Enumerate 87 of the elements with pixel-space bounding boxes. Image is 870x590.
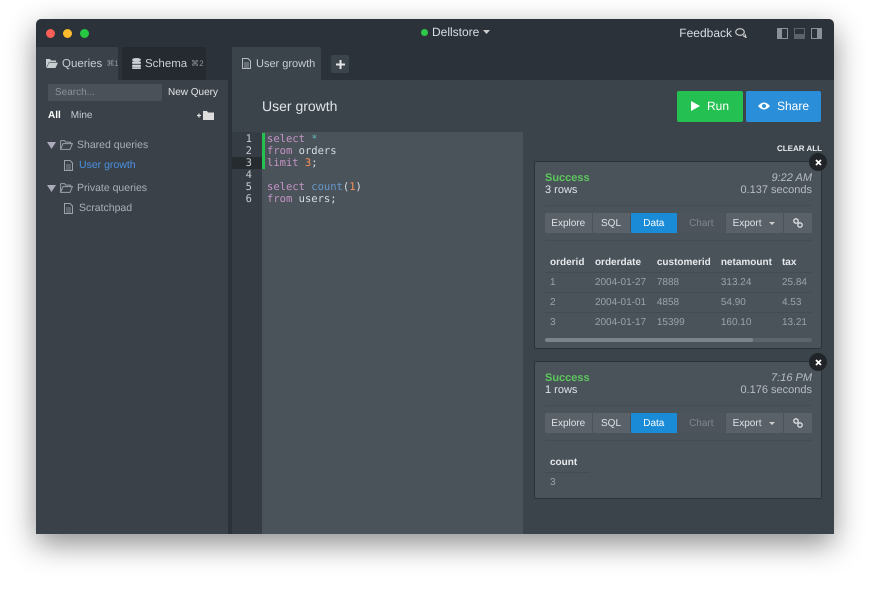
link-icon [792, 418, 803, 428]
new-tab-button[interactable] [331, 55, 349, 73]
clear-all-link[interactable]: CLEAR ALL [776, 144, 822, 153]
code-editor[interactable]: 1 2 3 4 5 6 select * from orders limit 3; select count(1) from users; [232, 132, 523, 534]
view-tab[interactable]: Data [630, 213, 678, 233]
close-icon [814, 358, 822, 366]
code-line: from users; [267, 193, 337, 205]
duration: 0.137 seconds [740, 184, 812, 196]
table-cell: 4858 [652, 292, 716, 312]
table-cell: 160.10 [716, 312, 777, 332]
folder-icon [60, 183, 73, 193]
table-cell: 2004-01-27 [590, 272, 652, 292]
line-number: 2 [244, 145, 253, 157]
zoom-button[interactable] [80, 28, 89, 38]
code-line: select count(1) [267, 181, 362, 193]
table-cell: 2 [545, 292, 590, 312]
table-cell: 313.24 [716, 272, 777, 292]
caret-icon [483, 30, 490, 34]
eye-icon [758, 102, 770, 110]
column-header: orderid [545, 253, 590, 272]
status-label: Success [545, 372, 590, 384]
code-line: from orders [267, 145, 337, 157]
connection-selector[interactable]: Dellstore [421, 25, 490, 39]
plus-icon [336, 60, 344, 68]
result-time: 7:16 PM [771, 372, 812, 384]
table-cell: 54.90 [716, 292, 777, 312]
line-number: 1 [244, 133, 253, 145]
play-icon [690, 101, 700, 111]
column-header: tax [776, 253, 812, 272]
editor-tab[interactable]: User growth [232, 47, 321, 80]
caret-icon [769, 422, 776, 424]
link-icon [792, 218, 803, 228]
table-cell: 3 [545, 312, 590, 332]
close-icon [814, 158, 822, 166]
new-folder-icon[interactable] [197, 111, 214, 120]
column-header: netamount [716, 253, 777, 272]
table-cell: 3 [545, 472, 590, 492]
table-cell: 2004-01-17 [590, 312, 652, 332]
sidebar-tab[interactable]: Queries ⌘1 [36, 47, 118, 80]
table-cell: 2004-01-01 [590, 292, 652, 312]
folder-item[interactable]: Private queries [47, 178, 228, 198]
query-title: User growth [262, 98, 338, 114]
query-item[interactable]: User growth [47, 155, 228, 175]
folder-item[interactable]: Shared queries [47, 135, 228, 155]
query-item[interactable]: Scratchpad [47, 198, 228, 218]
feedback-link[interactable]: Feedback [679, 26, 747, 40]
line-number: 3 [232, 157, 262, 169]
folder-icon [60, 140, 73, 150]
table-cell: 25.84 [776, 272, 812, 292]
table-cell: 15399 [652, 312, 716, 332]
code-line: limit 3; [267, 157, 318, 169]
view-tab[interactable]: Data [630, 413, 678, 433]
sidebar-tab[interactable]: Schema ⌘2 [122, 47, 206, 80]
minimize-button[interactable] [63, 28, 72, 38]
new-query-link[interactable]: New Query [168, 87, 218, 98]
filter-tab[interactable]: Mine [70, 110, 92, 121]
row-count: 1 rows [545, 384, 578, 396]
document-icon [64, 202, 73, 214]
caret-icon [769, 222, 776, 224]
table-cell: 4.53 [776, 292, 812, 312]
close-button[interactable] [809, 353, 827, 371]
close-button[interactable] [809, 153, 827, 171]
column-header: orderdate [590, 253, 652, 272]
table-cell: 13.21 [776, 312, 812, 332]
duration: 0.176 seconds [740, 384, 812, 396]
column-header: count [545, 453, 590, 472]
column-header: customerid [652, 253, 716, 272]
line-number: 4 [244, 169, 253, 181]
search-field[interactable]: Search... [48, 84, 162, 101]
filter-tab[interactable]: All [48, 110, 61, 121]
table-cell: 7888 [652, 272, 716, 292]
left-panel-icon[interactable] [777, 28, 788, 38]
share-button[interactable]: Share [746, 90, 821, 122]
scrollbar[interactable] [545, 338, 812, 342]
document-icon [242, 58, 251, 69]
code-line: select * [267, 133, 318, 145]
chat-icon [735, 28, 747, 38]
result-time: 9:22 AM [771, 172, 812, 184]
document-icon [64, 160, 73, 170]
line-number: 6 [244, 193, 253, 205]
line-number: 5 [244, 181, 253, 193]
database-icon [132, 58, 141, 69]
row-count: 3 rows [545, 184, 578, 196]
right-panel-icon[interactable] [811, 28, 822, 38]
table-cell: 1 [545, 272, 590, 292]
folder-icon [46, 59, 58, 68]
status-label: Success [545, 172, 590, 184]
